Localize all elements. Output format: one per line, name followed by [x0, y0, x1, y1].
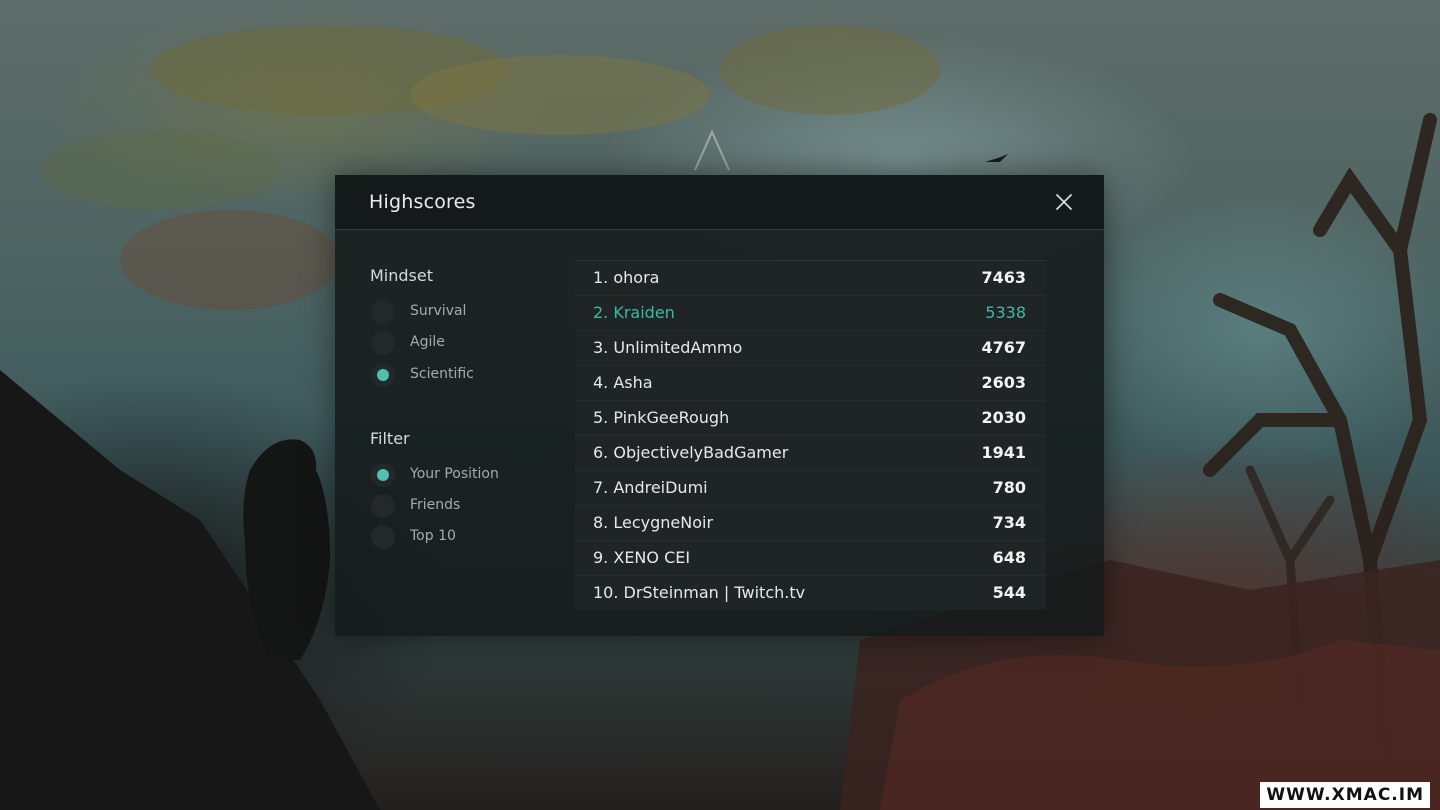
option-label: Your Position [410, 466, 499, 482]
highscore-row: 3. UnlimitedAmmo 4767 [575, 330, 1046, 365]
highscore-row: 5. PinkGeeRough 2030 [575, 400, 1046, 435]
radio-button[interactable] [371, 331, 395, 355]
highscore-row: 8. LecygneNoir 734 [575, 505, 1046, 540]
option-label: Survival [410, 303, 467, 319]
mindset-option-survival[interactable]: Survival [371, 300, 541, 324]
radio-button[interactable] [371, 300, 395, 324]
highscore-row: 9. XENO CEI 648 [575, 540, 1046, 575]
radio-button-selected[interactable] [371, 463, 395, 487]
option-label: Agile [410, 334, 445, 350]
highscore-row-current-player: 2. Kraiden 5338 [575, 295, 1046, 330]
player-name: 1. ohora [593, 268, 660, 287]
option-label: Top 10 [410, 528, 456, 544]
highscore-row: 6. ObjectivelyBadGamer 1941 [575, 435, 1046, 470]
player-score: 4767 [981, 338, 1026, 357]
mindset-option-agile[interactable]: Agile [371, 331, 541, 355]
highscore-list: 1. ohora 7463 2. Kraiden 5338 3. Unlimit… [575, 260, 1046, 610]
player-name: 2. Kraiden [593, 303, 675, 322]
player-score: 7463 [981, 268, 1026, 287]
player-score: 1941 [981, 443, 1026, 462]
highscore-row: 1. ohora 7463 [575, 260, 1046, 295]
radio-dot-icon [377, 369, 389, 381]
dialog-header: Highscores [335, 175, 1104, 230]
player-name: 4. Asha [593, 373, 653, 392]
player-name: 8. LecygneNoir [593, 513, 714, 532]
player-score: 544 [992, 583, 1026, 602]
player-score: 734 [992, 513, 1026, 532]
player-name: 6. ObjectivelyBadGamer [593, 443, 789, 462]
player-score: 2030 [981, 408, 1026, 427]
player-name: 5. PinkGeeRough [593, 408, 730, 427]
filter-title: Filter [370, 429, 410, 448]
player-name: 9. XENO CEI [593, 548, 691, 567]
option-label: Friends [410, 497, 461, 513]
highscore-row: 7. AndreiDumi 780 [575, 470, 1046, 505]
radio-button[interactable] [371, 494, 395, 518]
radio-button[interactable] [371, 525, 395, 549]
player-name: 7. AndreiDumi [593, 478, 708, 497]
filter-option-your-position[interactable]: Your Position [371, 463, 541, 487]
filter-option-friends[interactable]: Friends [371, 494, 541, 518]
player-name: 10. DrSteinman | Twitch.tv [593, 583, 806, 602]
watermark-label: WWW.XMAC.IM [1260, 782, 1430, 808]
filter-option-top-10[interactable]: Top 10 [371, 525, 541, 549]
player-score: 2603 [981, 373, 1026, 392]
dialog-title: Highscores [369, 191, 476, 213]
close-icon[interactable] [1053, 191, 1075, 213]
highscore-row: 4. Asha 2603 [575, 365, 1046, 400]
radio-button-selected[interactable] [371, 363, 395, 387]
option-label: Scientific [410, 366, 474, 382]
mindset-title: Mindset [370, 266, 433, 285]
player-score: 5338 [985, 303, 1026, 322]
highscore-row: 10. DrSteinman | Twitch.tv 544 [575, 575, 1046, 610]
player-score: 648 [992, 548, 1026, 567]
player-score: 780 [992, 478, 1026, 497]
highscores-dialog: Highscores Mindset Survival Agile Scient… [335, 175, 1104, 636]
radio-dot-icon [377, 469, 389, 481]
player-name: 3. UnlimitedAmmo [593, 338, 743, 357]
mindset-option-scientific[interactable]: Scientific [371, 363, 541, 387]
